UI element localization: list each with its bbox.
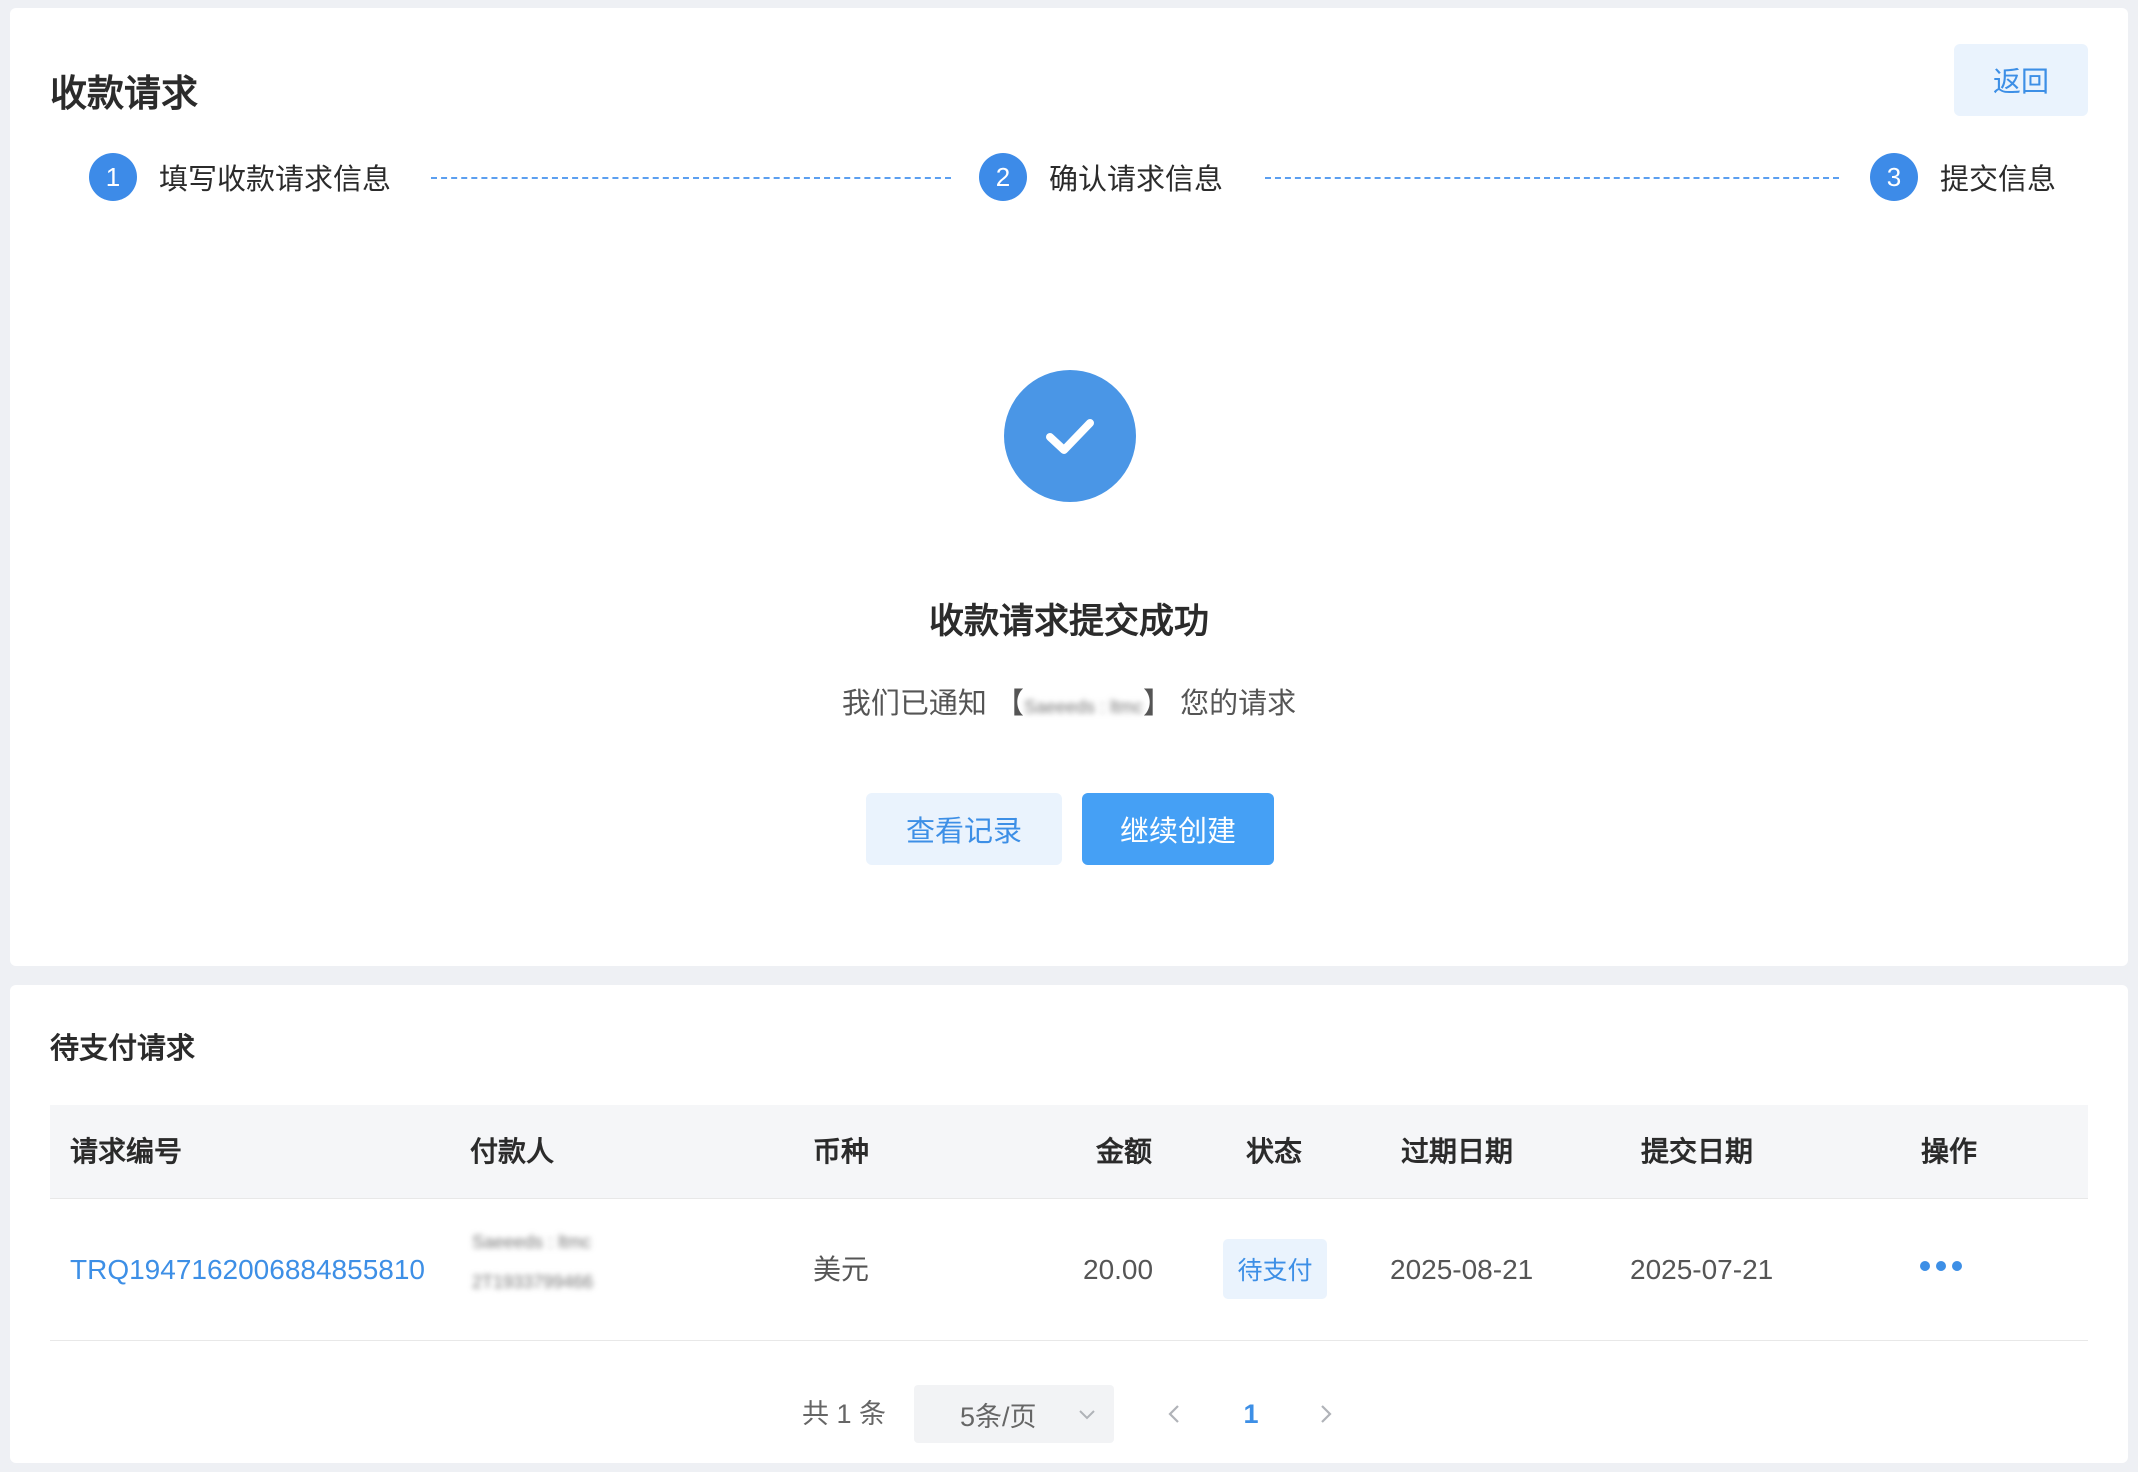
column-header-amount: 金额 [1096, 1136, 1153, 1167]
currency-cell: 美元 [813, 1254, 870, 1285]
column-header-actions: 操作 [1921, 1136, 1978, 1167]
success-message: 我们已通知 【Saeeeds : ltmc】 您的请求 [10, 680, 2128, 722]
payer-cell: Saeeeds : ltmc 2T1933799466 [472, 1233, 593, 1313]
payer-name: Saeeeds : ltmc [472, 1232, 592, 1252]
message-prefix: 我们已通知 【 [841, 688, 1024, 720]
step-3-label: 提交信息 [1940, 164, 2057, 196]
step-1-label: 填写收款请求信息 [159, 164, 392, 196]
payment-request-card: 收款请求 返回 1 填写收款请求信息 2 确认请求信息 3 提交信息 收款请求提… [10, 8, 2128, 966]
check-circle-icon [1004, 370, 1136, 502]
step-1-number: 1 [89, 153, 137, 201]
step-connector [431, 177, 951, 179]
column-header-status: 状态 [1246, 1136, 1303, 1167]
page-number-current[interactable]: 1 [1236, 1385, 1266, 1443]
page-title: 收款请求 [50, 73, 198, 114]
section-title: 待支付请求 [50, 1033, 196, 1065]
chevron-down-icon [1079, 1410, 1095, 1420]
view-records-button[interactable]: 查看记录 [866, 793, 1062, 865]
step-1: 1 填写收款请求信息 [89, 153, 391, 201]
page-size-select[interactable]: 5条/页 [914, 1385, 1114, 1443]
page-size-value: 5条/页 [960, 1401, 1037, 1432]
pending-requests-card: 待支付请求 请求编号 付款人 币种 金额 状态 过期日期 提交日期 操作 TRQ… [10, 985, 2128, 1463]
status-badge: 待支付 [1223, 1239, 1327, 1299]
chevron-right-icon[interactable] [1311, 1399, 1341, 1429]
success-title: 收款请求提交成功 [928, 602, 1209, 641]
table-row: TRQ1947162006884855810 Saeeeds : ltmc 2T… [50, 1199, 2088, 1341]
expiry-date-cell: 2025-08-21 [1390, 1254, 1534, 1285]
step-connector [1265, 177, 1839, 179]
step-3-number: 3 [1870, 153, 1918, 201]
chevron-left-icon[interactable] [1159, 1399, 1189, 1429]
column-header-request-id: 请求编号 [70, 1136, 183, 1167]
back-button[interactable]: 返回 [1954, 44, 2088, 116]
step-2-number: 2 [979, 153, 1027, 201]
column-header-payer: 付款人 [470, 1136, 555, 1167]
pagination-total: 共 1 条 [802, 1399, 887, 1429]
pending-requests-table: 请求编号 付款人 币种 金额 状态 过期日期 提交日期 操作 TRQ194716… [50, 1105, 2088, 1341]
step-3: 3 提交信息 [1870, 153, 2056, 201]
amount-cell: 20.00 [1083, 1254, 1154, 1285]
column-header-submit-date: 提交日期 [1641, 1136, 1754, 1167]
submit-date-cell: 2025-07-21 [1630, 1254, 1774, 1285]
column-header-currency: 币种 [813, 1136, 870, 1167]
blurred-recipient: Saeeeds : ltmc [1023, 697, 1144, 717]
column-header-expiry-date: 过期日期 [1401, 1136, 1514, 1167]
step-2: 2 确认请求信息 [979, 153, 1223, 201]
steps-bar: 1 填写收款请求信息 2 确认请求信息 3 提交信息 [10, 153, 2128, 213]
continue-create-button[interactable]: 继续创建 [1082, 793, 1274, 865]
payer-account: 2T1933799466 [472, 1272, 594, 1292]
message-suffix: 】 您的请求 [1143, 688, 1297, 720]
table-header: 请求编号 付款人 币种 金额 状态 过期日期 提交日期 操作 [50, 1105, 2088, 1199]
more-actions-icon[interactable] [1920, 1261, 1962, 1271]
request-id-link[interactable]: TRQ1947162006884855810 [70, 1199, 425, 1341]
pagination: 共 1 条 5条/页 1 [10, 1385, 2128, 1443]
step-2-label: 确认请求信息 [1049, 164, 1224, 196]
